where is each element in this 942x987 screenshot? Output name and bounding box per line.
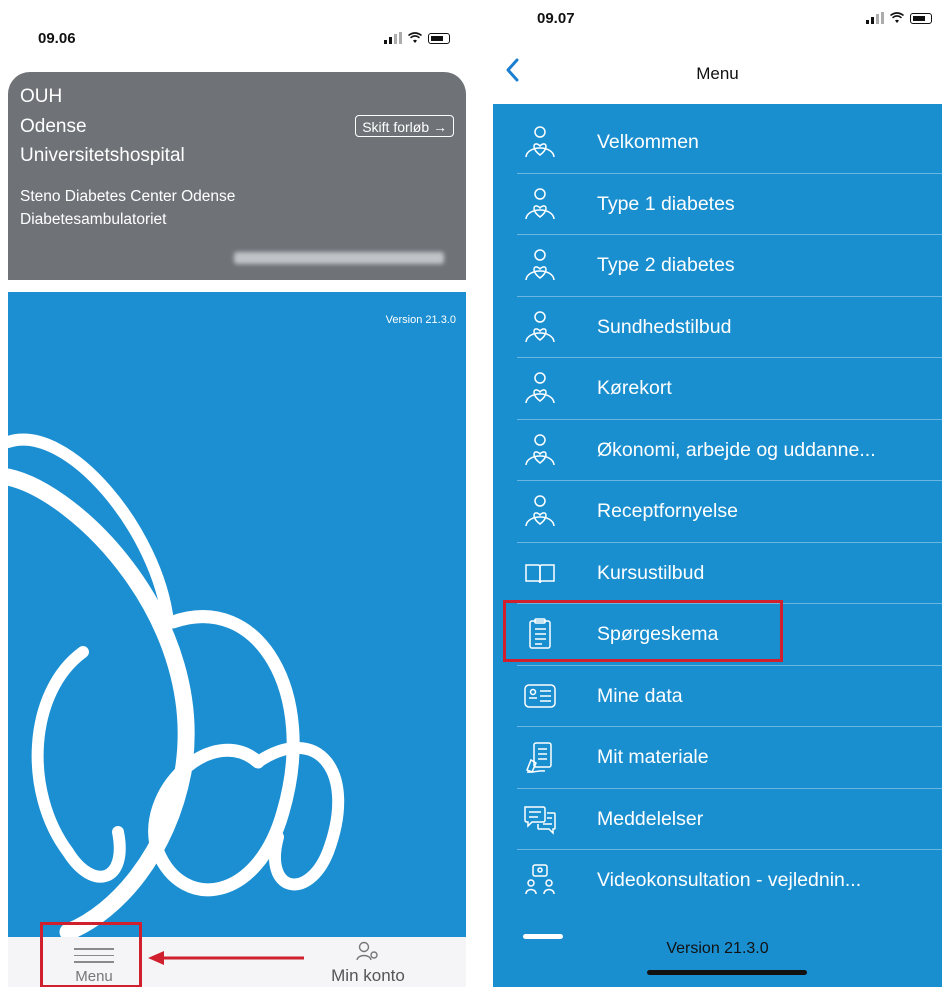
hospital-abbreviation: OUH [20,86,63,107]
menu-item-label: Meddelelser [597,807,704,830]
swirl-logo-icon [8,433,345,937]
menu-item-label: Type 1 diabetes [597,192,735,215]
wifi-icon [408,32,422,43]
id-card-icon [524,683,556,708]
status-time: 09.07 [537,10,575,27]
user-icon [356,941,378,961]
menu-item-label: Mine data [597,684,683,707]
left-phone-screen: 09.06 OUH Odense Universitetshospital St… [0,0,478,987]
tab-my-account[interactable]: Min konto [308,941,428,986]
menu-item-type-1-diabetes[interactable]: Type 1 diabetes [493,174,942,235]
book-icon [525,563,555,583]
person-heart-icon [525,495,555,527]
document-pen-icon [526,742,552,773]
menu-item-label: Sundhedstilbud [597,315,732,338]
tab-my-account-label: Min konto [331,966,405,985]
menu-item-label: Økonomi, arbejde og uddanne... [597,438,876,461]
menu-item-videokonsultation[interactable]: Videokonsultation - vejlednin... [493,850,942,912]
menu-list: Velkommen Type 1 diabetes Type 2 diabete… [493,112,942,912]
cellular-signal-icon [384,32,402,44]
menu-item-type-2-diabetes[interactable]: Type 2 diabetes [493,235,942,297]
menu-item-label: Kursustilbud [597,561,705,584]
department-line1: Steno Diabetes Center Odense [20,188,236,205]
menu-tab-highlight-box [40,922,142,987]
menu-item-label: Velkommen [597,131,699,153]
menu-item-label: Kørekort [597,377,672,399]
menu-item-label: Receptfornyelse [597,500,738,522]
status-time: 09.06 [38,30,76,47]
person-heart-icon [525,126,555,158]
hospital-name-line1: Odense [20,116,87,137]
status-bar: 09.07 [493,0,942,40]
menu-item-label: Type 2 diabetes [597,254,735,276]
menu-item-korekort[interactable]: Kørekort [493,358,942,420]
menu-item-mine-data[interactable]: Mine data [493,666,942,727]
menu-item-meddelelser[interactable]: Meddelelser [493,789,942,850]
battery-icon [428,33,450,44]
switch-course-button[interactable]: Skift forløb → [355,115,454,137]
person-heart-icon [525,310,555,342]
menu-item-velkommen[interactable]: Velkommen [493,112,942,174]
person-heart-icon [525,372,555,404]
department-line2: Diabetesambulatoriet [20,211,167,228]
menu-item-sundhedstilbud[interactable]: Sundhedstilbud [493,297,942,358]
menu-item-kursustilbud[interactable]: Kursustilbud [493,543,942,604]
menu-item-label: Mit materiale [597,746,709,768]
navigation-header: 09.07 Menu [493,0,942,104]
menu-item-label: Videokonsultation - vejlednin... [597,869,862,891]
home-indicator [647,970,807,975]
cellular-signal-icon [866,12,884,24]
splash-area: Version 21.3.0 [8,292,466,937]
right-phone-screen: 09.07 Menu Velkommen Type 1 diabetes Typ… [493,0,942,987]
menu-item-receptfornyelse[interactable]: Receptfornyelse [493,481,942,543]
menu-item-mit-materiale[interactable]: Mit materiale [493,727,942,789]
chat-bubbles-icon [524,805,556,835]
blurred-patient-name [234,252,444,264]
wifi-icon [890,12,904,23]
person-heart-icon [525,187,555,219]
pointer-arrow-icon [148,951,304,965]
video-consult-icon [525,864,555,895]
menu-version-label: Version 21.3.0 [666,940,769,957]
page-title: Menu [696,64,739,83]
menu-item-okonomi[interactable]: Økonomi, arbejde og uddanne... [493,420,942,481]
hospital-name-line2: Universitetshospital [20,145,185,166]
battery-icon [910,13,932,24]
status-bar: 09.06 [0,22,478,62]
person-heart-icon [525,249,555,281]
hospital-header: OUH Odense Universitetshospital Steno Di… [8,72,466,280]
person-heart-icon [525,433,555,465]
sporgeskema-highlight-box [503,600,783,662]
